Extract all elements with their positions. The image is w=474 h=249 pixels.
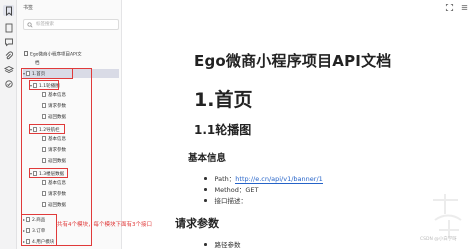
description-item: 接口描述：: [204, 195, 247, 205]
page-icon: [42, 135, 46, 141]
outline-item-user-module[interactable]: ▸ 4.用户模块: [23, 237, 54, 246]
collapse-arrow-icon: ▾: [23, 71, 26, 76]
document-root-label-cont: 档: [35, 60, 40, 66]
page-thumbnail-icon[interactable]: [3, 22, 14, 33]
layers-icon[interactable]: [3, 64, 14, 75]
collapse-arrow-icon: ▾: [30, 127, 33, 132]
outline-item-orders[interactable]: ▸ 3.订单: [23, 226, 45, 235]
document-root-node[interactable]: Ego微商小程序项目API文 档: [24, 51, 82, 68]
outline-item-home[interactable]: ▾ 1.首页: [23, 69, 119, 78]
expand-arrow-icon: ▸: [23, 239, 26, 244]
search-icon: [27, 22, 33, 28]
heading-carousel: 1.1轮播图: [194, 123, 252, 137]
comment-icon[interactable]: [3, 36, 14, 47]
page-icon: [42, 91, 46, 97]
page-icon: [33, 126, 38, 132]
page-icon: [42, 201, 46, 207]
outline-item-basic-info[interactable]: 基本信息: [42, 135, 66, 144]
bullet: [204, 243, 207, 246]
bullet: [204, 188, 207, 191]
expand-arrow-icon: ▸: [23, 228, 26, 233]
outline-item-floor-data[interactable]: ▾ 1.3楼层数据: [30, 169, 64, 178]
page-icon: [42, 190, 46, 196]
collapse-arrow-icon: ▾: [30, 171, 33, 176]
outline-item-response-data[interactable]: 返回数据: [42, 201, 66, 210]
outline-item-request-params[interactable]: 请求参数: [42, 190, 66, 199]
page-icon: [42, 113, 46, 119]
expand-arrow-icon: ▸: [23, 217, 26, 222]
page-icon: [26, 238, 31, 244]
outline-item-response-data[interactable]: 返回数据: [42, 157, 66, 166]
page-icon: [42, 102, 46, 108]
icon-rail: [0, 0, 17, 249]
document-page: Ego微商小程序项目API文档 1.首页 1.1轮播图 基本信息 Path：ht…: [130, 0, 470, 249]
outline-item-carousel[interactable]: ▾ 1.1轮播图: [30, 81, 60, 90]
path-link[interactable]: http://e.cn/api/v1/banner/1: [235, 175, 323, 184]
page-icon: [26, 70, 31, 76]
heading-basic-info: 基本信息: [188, 153, 227, 164]
outline-item-basic-info[interactable]: 基本信息: [42, 179, 66, 188]
annotation-note: 共有4个模块，每个模块下面有3个接口: [57, 222, 152, 228]
document-title: Ego微商小程序项目API文档: [194, 52, 392, 70]
bookmark-search-box[interactable]: [23, 19, 119, 30]
watermark-logo-icon: [433, 194, 462, 238]
heading-request-params: 请求参数: [175, 217, 219, 230]
outline-item-response-data[interactable]: 返回数据: [42, 113, 66, 122]
watermark-text: CSDN @小白学呀: [420, 237, 457, 242]
page-icon: [26, 227, 31, 233]
panel-title: 书签: [23, 5, 34, 11]
bullet: [204, 177, 207, 180]
bookmark-search-input[interactable]: [36, 20, 116, 29]
method-item: Method：GET: [204, 184, 259, 194]
path-label: Path：: [214, 175, 236, 183]
collapse-arrow-icon: ▾: [30, 83, 33, 88]
document-root-label: Ego微商小程序项目API文: [30, 52, 82, 58]
page-icon: [26, 216, 31, 222]
page-icon: [42, 146, 46, 152]
page-icon: [33, 82, 38, 88]
outline-item-request-params[interactable]: 请求参数: [42, 146, 66, 155]
outline-item-products[interactable]: ▸ 2.商品: [23, 215, 45, 224]
page-icon: [33, 170, 38, 176]
attachment-icon[interactable]: [3, 50, 14, 61]
outline-item-request-params[interactable]: 请求参数: [42, 102, 66, 111]
bullet: [204, 199, 207, 202]
bookmark-icon[interactable]: [3, 5, 14, 16]
outline-item-basic-info[interactable]: 基本信息: [42, 91, 66, 100]
outline-item-navbar[interactable]: ▾ 1.2导航栏: [30, 125, 60, 134]
signature-icon[interactable]: [3, 78, 14, 89]
document-icon: [24, 51, 28, 56]
route-param-item: 路径参数: [204, 239, 241, 249]
page-icon: [42, 157, 46, 163]
path-item: Path：http://e.cn/api/v1/banner/1: [204, 173, 323, 184]
heading-home: 1.首页: [194, 89, 253, 111]
page-icon: [42, 179, 46, 185]
